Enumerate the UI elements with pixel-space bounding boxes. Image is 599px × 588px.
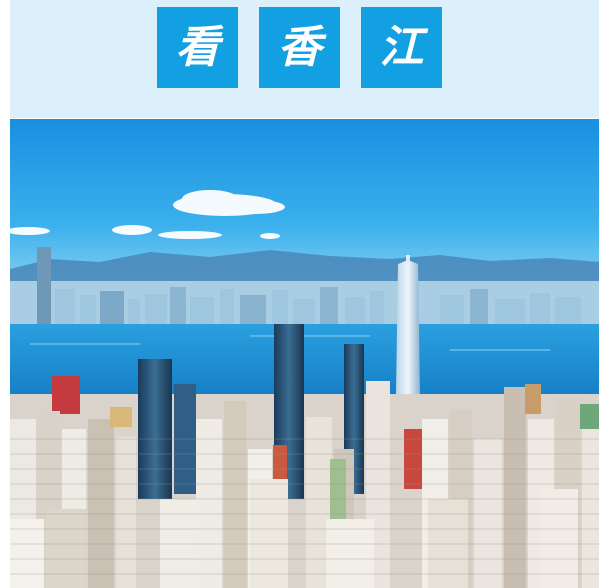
title-char-1: 看 bbox=[175, 21, 220, 73]
title-tile-3: 江 bbox=[361, 7, 442, 88]
skyline-illustration bbox=[10, 119, 599, 588]
title-tile-2: 香 bbox=[259, 7, 340, 88]
skyline-photo bbox=[10, 119, 599, 588]
tall-glass-tower bbox=[396, 255, 420, 394]
title-tile-1: 看 bbox=[157, 7, 238, 88]
header-band: 看 香 江 bbox=[10, 0, 599, 118]
title-tiles: 看 香 江 bbox=[10, 7, 599, 88]
title-char-3: 江 bbox=[379, 21, 424, 73]
title-char-2: 香 bbox=[277, 21, 322, 73]
